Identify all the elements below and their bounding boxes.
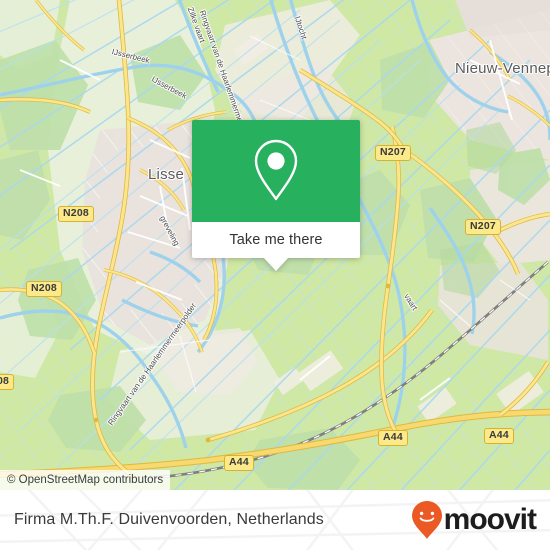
take-me-there-label: Take me there bbox=[229, 232, 323, 248]
road-shield-n208-edge: 08 bbox=[0, 374, 15, 390]
take-me-there-button[interactable]: Take me there bbox=[192, 222, 360, 258]
popup-pointer bbox=[263, 257, 289, 271]
road-shield-a44-east: A44 bbox=[484, 428, 514, 444]
map-canvas[interactable]: Lisse Nieuw-Vennep IJsserbeek IJsserbeek… bbox=[0, 0, 550, 490]
road-shield-a44-mid: A44 bbox=[378, 430, 408, 446]
moovit-pin-icon bbox=[411, 501, 442, 539]
attribution-text: © OpenStreetMap contributors bbox=[7, 474, 164, 486]
moovit-map-screenshot: Lisse Nieuw-Vennep IJsserbeek IJsserbeek… bbox=[0, 0, 550, 550]
footer-bar: Firma M.Th.F. Duivenvoorden, Netherlands… bbox=[0, 490, 550, 550]
road-shield-n208-south: N208 bbox=[26, 281, 62, 297]
road-shield-n208-north: N208 bbox=[58, 206, 94, 222]
popup-icon-area bbox=[192, 120, 360, 222]
map-pin-icon bbox=[254, 139, 298, 201]
page-title: Firma M.Th.F. Duivenvoorden, Netherlands bbox=[14, 511, 324, 528]
road-shield-n207-north: N207 bbox=[375, 145, 411, 161]
moovit-logo[interactable]: moovit bbox=[411, 500, 537, 540]
location-popup[interactable]: Take me there bbox=[192, 120, 360, 271]
map-attribution[interactable]: © OpenStreetMap contributors bbox=[0, 470, 171, 490]
road-shield-n207-east: N207 bbox=[465, 219, 501, 235]
moovit-wordmark: moovit bbox=[443, 503, 537, 536]
road-shield-a44-west: A44 bbox=[224, 455, 254, 471]
